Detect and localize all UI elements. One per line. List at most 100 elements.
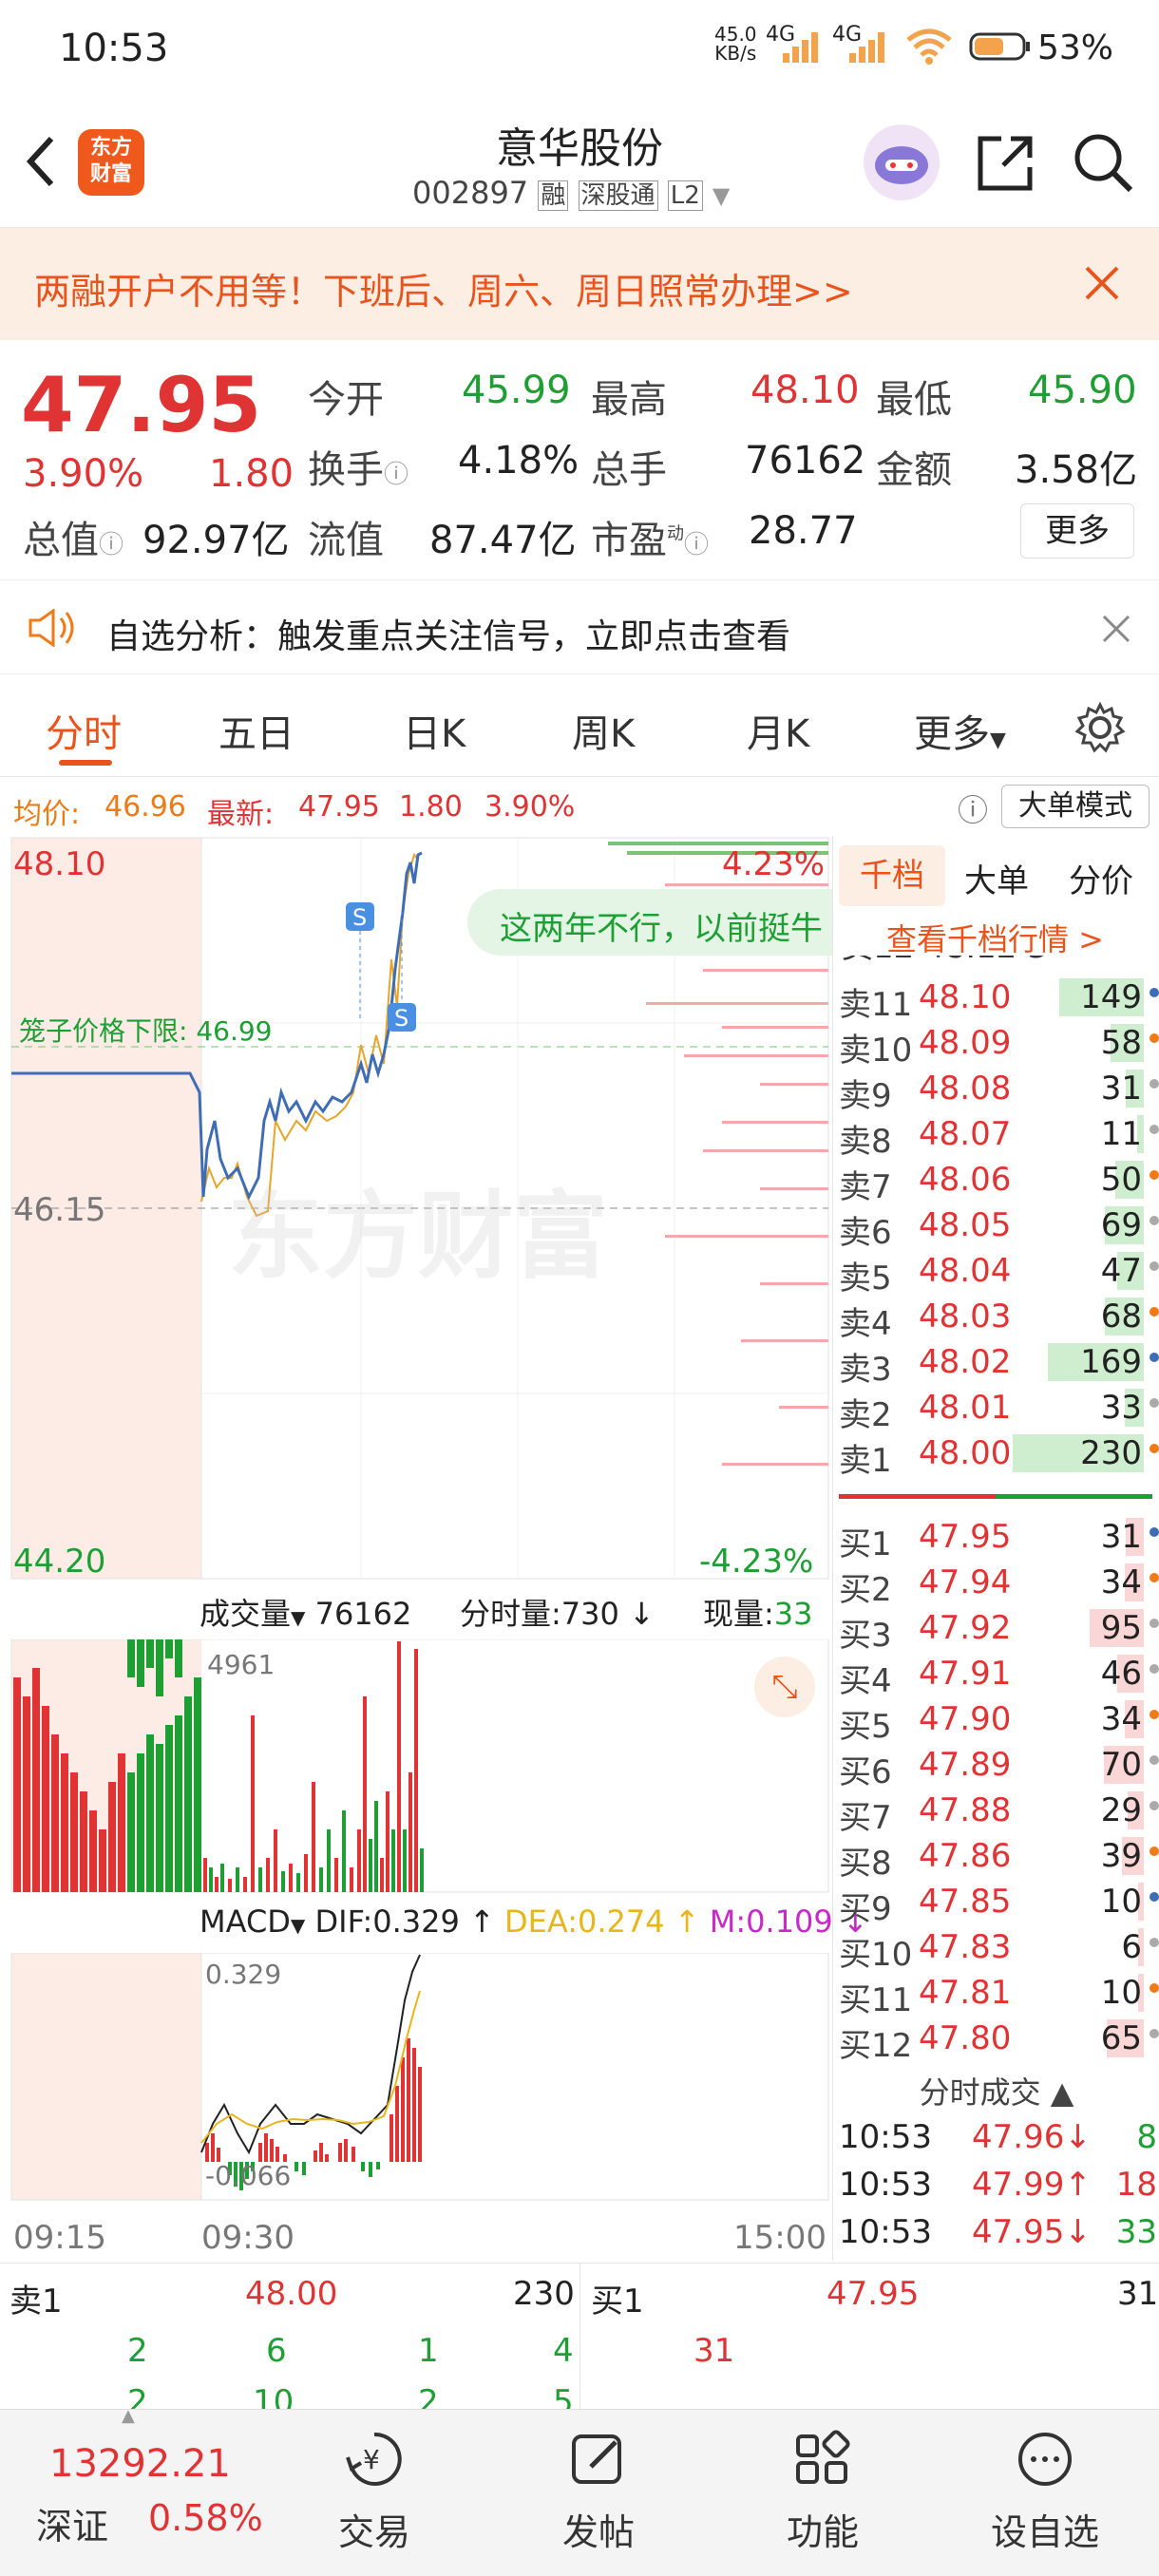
pct-axis-bottom: -4.23%	[699, 1543, 814, 1581]
order-dot	[1150, 1216, 1159, 1225]
expand-icon[interactable]: ⤡	[754, 1657, 815, 1717]
nav-add-watchlist[interactable]: 设自选	[969, 2429, 1121, 2555]
nav-functions[interactable]: 功能	[747, 2429, 899, 2555]
volume-total: 76162	[314, 1596, 412, 1632]
search-icon[interactable]	[1072, 131, 1134, 194]
help-icon[interactable]: ⓘ	[958, 786, 988, 830]
bid-row: 买3 47.92 95	[833, 1605, 1159, 1655]
trade-volume: 8	[1136, 2118, 1157, 2156]
buy1-label: 买1	[591, 2282, 644, 2320]
level-volume: 47	[1100, 1252, 1142, 1290]
now-volume: 现量:33	[703, 1596, 813, 1632]
level-volume: 65	[1100, 2019, 1142, 2057]
ask-bid-divider	[839, 1494, 1152, 1499]
tab-big-order[interactable]: 大单	[964, 855, 1029, 901]
bid-row: 买6 47.89 70	[833, 1742, 1159, 1791]
big-order-mode-button[interactable]: 大单模式	[1001, 785, 1150, 828]
latest-pct: 3.90%	[484, 790, 576, 824]
stock-code-row[interactable]: 002897 融 深股通 L2 ▼	[412, 175, 730, 211]
macd-header: MACD▼ DIF:0.329 ↑ DEA:0.274 ↑ M:0.109 ↓	[200, 1904, 868, 1940]
order-book: 千档 大单 分价 查看千档行情 > 卖12 48.12 3 卖1148.10 14…	[832, 836, 1159, 2261]
amount-value: 3.58亿	[1015, 448, 1138, 492]
trade-row: 10:53 47.96↓ 8	[833, 2114, 1159, 2160]
level-price: 47.86	[919, 1837, 1012, 1875]
intraday-chart[interactable]: S S 48.10 4.23% 46.15 44.20 -4.23% 笼子价格下…	[0, 836, 832, 1586]
level-label: 卖4	[839, 1305, 892, 1343]
volume-panel: 成交量▼ 76162 分时量:730 ↓ 现量:33 4961 ⤡	[0, 1586, 832, 1896]
assistant-avatar-icon[interactable]	[861, 122, 942, 203]
sell1-volume: 230	[513, 2275, 575, 2313]
order-dot	[1150, 1710, 1159, 1719]
macd-selector[interactable]: MACD▼	[200, 1904, 305, 1940]
index-ticker[interactable]: ▲ 13292.21 深证 0.58%	[0, 2406, 266, 2576]
turnover-label[interactable]: 换手ⓘ	[308, 439, 408, 494]
trade-price: 47.96↓	[972, 2118, 1092, 2156]
sell-queue-item: 6	[266, 2332, 287, 2370]
nav-trade[interactable]: ¥ 交易	[298, 2429, 450, 2555]
battery-icon	[969, 32, 1030, 61]
nav-post[interactable]: 发帖	[522, 2429, 674, 2555]
volume-selector[interactable]: 成交量▼	[200, 1596, 305, 1632]
tab-intraday[interactable]: 分时	[46, 703, 122, 758]
tab-qiandang[interactable]: 千档	[839, 845, 945, 906]
share-icon[interactable]	[975, 133, 1036, 194]
level-label: 买10	[839, 1936, 913, 1974]
level-price: 47.92	[919, 1609, 1012, 1647]
pe-label[interactable]: 市盈动ⓘ	[591, 509, 709, 564]
close-icon[interactable]	[1083, 264, 1121, 302]
tab-price-distribution[interactable]: 分价	[1069, 855, 1133, 901]
latest-change: 1.80	[399, 790, 463, 824]
time-axis: 09:15 09:30 15:00	[0, 2209, 832, 2263]
bid-row: 买7 47.88 29	[833, 1788, 1159, 1837]
bid-row: 买9 47.85 10	[833, 1879, 1159, 1928]
margin-banner[interactable]: 两融开户不用等！下班后、周六、周日照常办理>>	[0, 228, 1159, 340]
level-volume: 31	[1100, 1070, 1142, 1108]
post-icon	[522, 2429, 674, 2503]
more-button[interactable]: 更多	[1020, 503, 1134, 559]
ask-row: 卖8 48.07 11	[833, 1111, 1159, 1161]
order-dot	[1150, 1125, 1159, 1134]
volume-header: 成交量▼ 76162	[200, 1590, 411, 1634]
close-icon[interactable]	[1102, 615, 1130, 643]
tab-daily-k[interactable]: 日K	[403, 703, 466, 758]
order-dot	[1150, 1664, 1159, 1674]
trades-title[interactable]: 分时成交 ▲	[833, 2069, 1159, 2112]
quote-panel: 47.95 3.90% 1.80 今开 45.99 最高 48.10 最低 45…	[0, 340, 1159, 578]
order-dot	[1150, 1079, 1159, 1089]
index-pct: 0.58%	[148, 2497, 263, 2539]
ask-row: 卖11 48.10 149	[833, 975, 1159, 1024]
tab-weekly-k[interactable]: 周K	[572, 703, 635, 758]
order-dot	[1150, 1847, 1159, 1856]
volume-label: 总手	[591, 448, 667, 492]
order-dot	[1150, 1755, 1159, 1765]
mktcap-label[interactable]: 总值ⓘ	[23, 509, 124, 564]
ask-row: 卖10 48.09 58	[833, 1020, 1159, 1070]
trade-price: 47.95↓	[972, 2213, 1092, 2251]
avg-value: 46.96	[104, 790, 186, 824]
svg-text:¥: ¥	[363, 2444, 380, 2475]
comment-bubble[interactable]: 这两年不行，以前挺牛	[467, 889, 832, 956]
trade-icon: ¥	[298, 2429, 450, 2503]
level-volume: 230	[1080, 1434, 1142, 1472]
sell-signal-icon[interactable]: S	[388, 1003, 416, 1032]
order-dot	[1150, 1353, 1159, 1362]
level-label: 买7	[839, 1799, 892, 1837]
tab-monthly-k[interactable]: 月K	[747, 703, 809, 758]
settings-icon[interactable]	[1074, 701, 1127, 754]
analysis-alert[interactable]: 自选分析：触发重点关注信号，立即点击查看	[0, 579, 1159, 674]
tab-five-day[interactable]: 五日	[218, 703, 294, 758]
ask-row: 卖9 48.08 31	[833, 1066, 1159, 1115]
nav-post-label: 发帖	[561, 2511, 635, 2553]
level-price: 47.91	[919, 1655, 1012, 1693]
mktcap-value: 92.97亿	[142, 519, 290, 562]
level-price: 47.89	[919, 1746, 1012, 1784]
view-qiandang-link[interactable]: 查看千档行情 >	[886, 916, 1104, 959]
chart-tabs: 分时 五日 日K 周K 月K 更多▼	[0, 676, 1159, 777]
sell-signal-icon[interactable]: S	[346, 902, 374, 931]
ask-row: 卖3 48.02 169	[833, 1339, 1159, 1389]
level-price: 48.04	[919, 1252, 1012, 1290]
level-volume: 169	[1080, 1343, 1142, 1381]
level-label: 卖11	[839, 986, 913, 1024]
tab-more[interactable]: 更多▼	[914, 703, 1006, 758]
chevron-down-icon: ▼	[712, 182, 731, 209]
